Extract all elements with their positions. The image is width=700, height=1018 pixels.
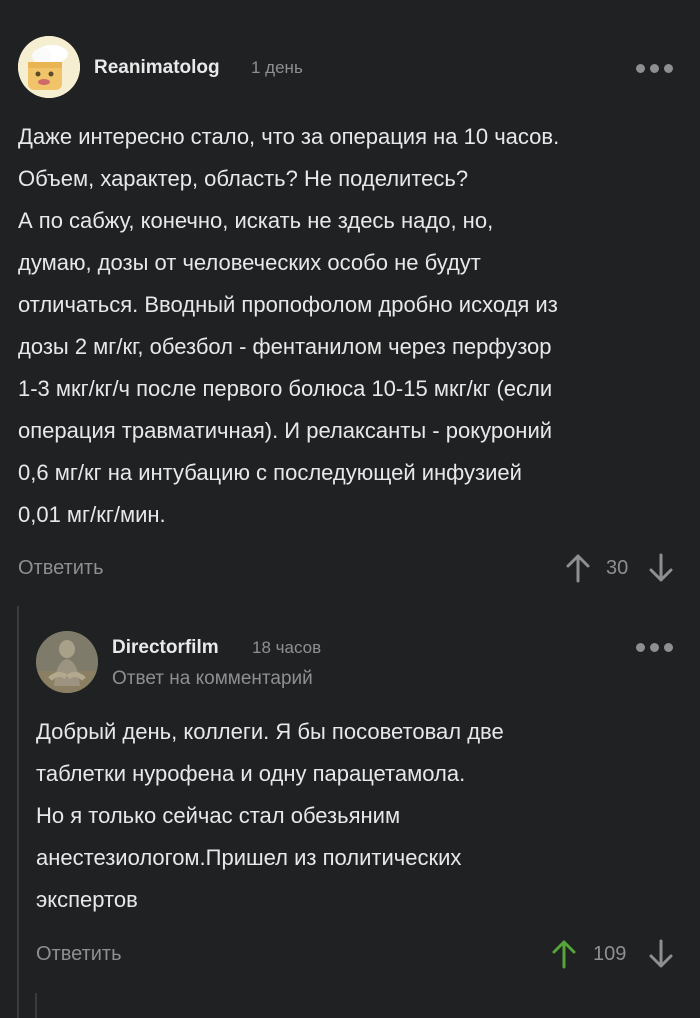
- rating-count: 30: [606, 557, 629, 579]
- reply-button[interactable]: Ответить: [36, 943, 122, 966]
- cook-avatar-icon: [18, 36, 80, 98]
- thread-line-nested[interactable]: [35, 993, 37, 1018]
- thread-line[interactable]: [17, 606, 19, 1018]
- reply-button[interactable]: Ответить: [18, 557, 104, 580]
- username[interactable]: Reanimatolog: [94, 57, 220, 79]
- reply-to-link[interactable]: Ответ на комментарий: [112, 668, 313, 690]
- comment-text: Даже интересно стало, что за операция на…: [18, 124, 560, 527]
- upvote-arrow-icon[interactable]: [551, 939, 577, 969]
- more-options-icon[interactable]: [636, 64, 673, 73]
- downvote-arrow-icon[interactable]: [648, 939, 674, 969]
- more-options-icon[interactable]: [636, 643, 673, 652]
- comment-text: Добрый день, коллеги. Я бы посоветовал д…: [36, 719, 504, 912]
- downvote-arrow-icon[interactable]: [648, 553, 674, 583]
- avatar[interactable]: [36, 631, 98, 693]
- comment-time: 18 часов: [252, 638, 322, 657]
- avatar[interactable]: [18, 36, 80, 98]
- username[interactable]: Directorfilm: [112, 637, 219, 659]
- photo-avatar-icon: [36, 631, 98, 693]
- comment-time: 1 день: [251, 58, 303, 77]
- rating-count: 109: [593, 943, 627, 965]
- upvote-arrow-icon[interactable]: [565, 553, 591, 583]
